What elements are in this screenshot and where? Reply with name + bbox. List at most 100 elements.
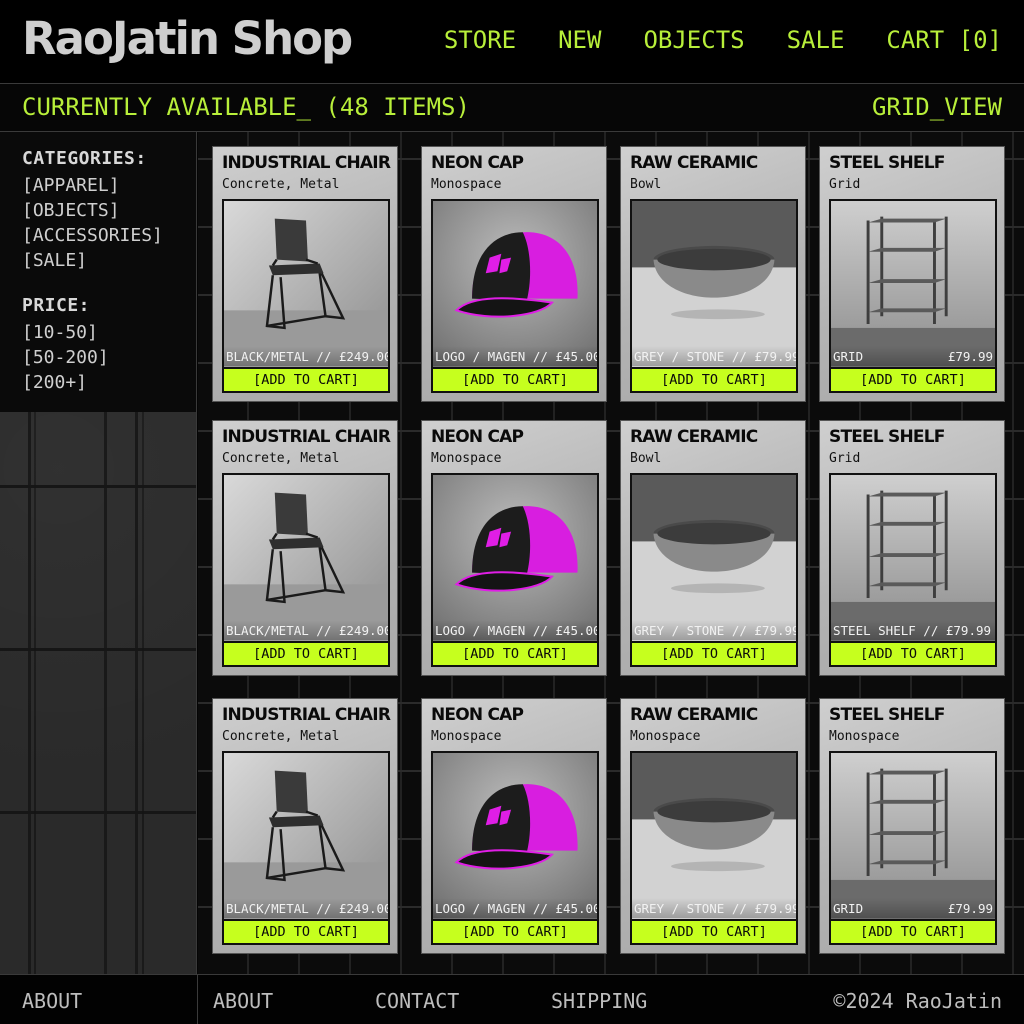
product-name[interactable]: INDUSTRIAL CHAIR — [222, 705, 391, 725]
product-card[interactable]: INDUSTRIAL CHAIR Concrete, Metal BLACK/M… — [212, 146, 398, 402]
nav-sale[interactable]: SALE — [787, 26, 845, 54]
cap-image[interactable]: LOGO / MAGEN // £45.00 — [431, 473, 599, 643]
product-grid: INDUSTRIAL CHAIR Concrete, Metal BLACK/M… — [198, 132, 1024, 974]
shelf-image[interactable]: GRID £79.99 — [829, 199, 997, 369]
product-card[interactable]: NEON CAP Monospace LOGO / MAGEN // £45.0… — [421, 698, 607, 954]
product-name[interactable]: INDUSTRIAL CHAIR — [222, 427, 391, 447]
add-to-cart-button[interactable]: [ADD TO CART] — [829, 367, 997, 393]
product-price-line: BLACK/METAL // £249.00 — [224, 620, 388, 640]
nav-objects[interactable]: OBJECTS — [643, 26, 744, 54]
product-name[interactable]: RAW CERAMIC — [630, 427, 758, 447]
shelf-image[interactable]: GRID £79.99 — [829, 751, 997, 921]
chair-image[interactable]: BLACK/METAL // £249.00 — [222, 751, 390, 921]
product-subtitle: Grid — [829, 177, 861, 192]
product-price: £79.99 — [947, 348, 993, 364]
product-subtitle: Grid — [829, 451, 861, 466]
product-name[interactable]: NEON CAP — [431, 705, 524, 725]
product-price-line: LOGO / MAGEN // £45.00 — [433, 620, 597, 640]
product-desc: GRID — [833, 348, 864, 364]
product-card[interactable]: NEON CAP Monospace LOGO / MAGEN // £45.0… — [421, 146, 607, 402]
category-objects[interactable]: [OBJECTS] — [22, 198, 174, 223]
product-price-line: LOGO / MAGEN // £45.00 — [433, 346, 597, 366]
top-header: RaoJatin Shop STORE NEW OBJECTS SALE CAR… — [0, 0, 1024, 84]
add-to-cart-button[interactable]: [ADD TO CART] — [829, 919, 997, 945]
cap-image[interactable]: LOGO / MAGEN // £45.00 — [431, 751, 599, 921]
product-card[interactable]: STEEL SHELF Grid STEEL SHELF // £79.99 [… — [819, 420, 1005, 676]
product-price-line: GRID £79.99 — [831, 898, 995, 918]
chair-image[interactable]: BLACK/METAL // £249.00 — [222, 199, 390, 369]
product-desc: GRID — [833, 900, 864, 916]
product-card[interactable]: RAW CERAMIC Monospace GREY / STONE // £7… — [620, 698, 806, 954]
price-range-50-200[interactable]: [50-200] — [22, 345, 174, 370]
add-to-cart-button[interactable]: [ADD TO CART] — [630, 367, 798, 393]
product-subtitle: Concrete, Metal — [222, 177, 340, 192]
footer-about-link[interactable]: ABOUT — [22, 989, 82, 1013]
product-price: £79.99 — [947, 900, 993, 916]
footer-shipping-link[interactable]: SHIPPING — [551, 989, 647, 1013]
shelf-image[interactable]: STEEL SHELF // £79.99 — [829, 473, 997, 643]
nav-store[interactable]: STORE — [444, 26, 516, 54]
price-range-10-50[interactable]: [10-50] — [22, 320, 174, 345]
chair-image[interactable]: BLACK/METAL // £249.00 — [222, 473, 390, 643]
category-sale[interactable]: [SALE] — [22, 248, 174, 273]
add-to-cart-button[interactable]: [ADD TO CART] — [829, 641, 997, 667]
add-to-cart-button[interactable]: [ADD TO CART] — [222, 919, 390, 945]
product-desc: LOGO / MAGEN // £45.00 — [435, 348, 599, 364]
product-card[interactable]: INDUSTRIAL CHAIR Concrete, Metal BLACK/M… — [212, 698, 398, 954]
product-desc: GREY / STONE // £79.99 — [634, 348, 798, 364]
brand-logo[interactable]: RaoJatin Shop — [22, 12, 353, 65]
product-subtitle: Monospace — [431, 729, 502, 744]
product-subtitle: Monospace — [630, 729, 701, 744]
product-card[interactable]: INDUSTRIAL CHAIR Concrete, Metal BLACK/M… — [212, 420, 398, 676]
product-card[interactable]: NEON CAP Monospace LOGO / MAGEN // £45.0… — [421, 420, 607, 676]
product-name[interactable]: NEON CAP — [431, 153, 524, 173]
categories-title: CATEGORIES: — [22, 148, 147, 169]
product-card[interactable]: RAW CERAMIC Bowl GREY / STONE // £79.99 … — [620, 146, 806, 402]
bowl-image[interactable]: GREY / STONE // £79.99 — [630, 751, 798, 921]
product-card[interactable]: STEEL SHELF Monospace GRID £79.99 [ADD T… — [819, 698, 1005, 954]
cap-image[interactable]: LOGO / MAGEN // £45.00 — [431, 199, 599, 369]
add-to-cart-button[interactable]: [ADD TO CART] — [431, 367, 599, 393]
product-subtitle: Monospace — [829, 729, 900, 744]
footer-divider — [197, 975, 198, 1024]
product-name[interactable]: STEEL SHELF — [829, 427, 945, 447]
add-to-cart-button[interactable]: [ADD TO CART] — [222, 367, 390, 393]
main-nav: STORE NEW OBJECTS SALE CART [0] — [444, 26, 1002, 54]
product-price-line: GRID £79.99 — [831, 346, 995, 366]
product-name[interactable]: INDUSTRIAL CHAIR — [222, 153, 391, 173]
add-to-cart-button[interactable]: [ADD TO CART] — [431, 641, 599, 667]
site-footer: ABOUT ABOUT CONTACT SHIPPING ©2024 RaoJa… — [0, 974, 1024, 1024]
filter-panel: CATEGORIES: [APPAREL] [OBJECTS] [ACCESSO… — [0, 132, 196, 412]
product-name[interactable]: STEEL SHELF — [829, 705, 945, 725]
filter-spacer — [22, 273, 174, 295]
nav-cart[interactable]: CART [0] — [886, 26, 1002, 54]
category-apparel[interactable]: [APPAREL] — [22, 173, 174, 198]
product-price-line: LOGO / MAGEN // £45.00 — [433, 898, 597, 918]
category-accessories[interactable]: [ACCESSORIES] — [22, 223, 174, 248]
product-name[interactable]: STEEL SHELF — [829, 153, 945, 173]
product-desc: LOGO / MAGEN // £45.00 — [435, 900, 599, 916]
product-desc: BLACK/METAL // £249.00 — [226, 348, 390, 364]
items-available-text: CURRENTLY AVAILABLE_ (48 ITEMS) — [22, 93, 470, 121]
product-card[interactable]: STEEL SHELF Grid GRID £79.99 [ADD TO CAR… — [819, 146, 1005, 402]
product-subtitle: Monospace — [431, 451, 502, 466]
product-subtitle: Concrete, Metal — [222, 729, 340, 744]
bowl-image[interactable]: GREY / STONE // £79.99 — [630, 199, 798, 369]
product-name[interactable]: RAW CERAMIC — [630, 153, 758, 173]
product-price-line: GREY / STONE // £79.99 — [632, 346, 796, 366]
product-name[interactable]: RAW CERAMIC — [630, 705, 758, 725]
product-name[interactable]: NEON CAP — [431, 427, 524, 447]
footer-contact-link[interactable]: CONTACT — [375, 989, 459, 1013]
grid-view-toggle[interactable]: GRID_VIEW — [872, 93, 1002, 121]
footer-about-link-2[interactable]: ABOUT — [213, 989, 273, 1013]
price-range-200-plus[interactable]: [200+] — [22, 370, 174, 395]
product-desc: LOGO / MAGEN // £45.00 — [435, 622, 599, 638]
add-to-cart-button[interactable]: [ADD TO CART] — [630, 641, 798, 667]
product-subtitle: Concrete, Metal — [222, 451, 340, 466]
nav-new[interactable]: NEW — [558, 26, 601, 54]
add-to-cart-button[interactable]: [ADD TO CART] — [222, 641, 390, 667]
add-to-cart-button[interactable]: [ADD TO CART] — [630, 919, 798, 945]
product-card[interactable]: RAW CERAMIC Bowl GREY / STONE // £79.99 … — [620, 420, 806, 676]
bowl-image[interactable]: GREY / STONE // £79.99 — [630, 473, 798, 643]
add-to-cart-button[interactable]: [ADD TO CART] — [431, 919, 599, 945]
